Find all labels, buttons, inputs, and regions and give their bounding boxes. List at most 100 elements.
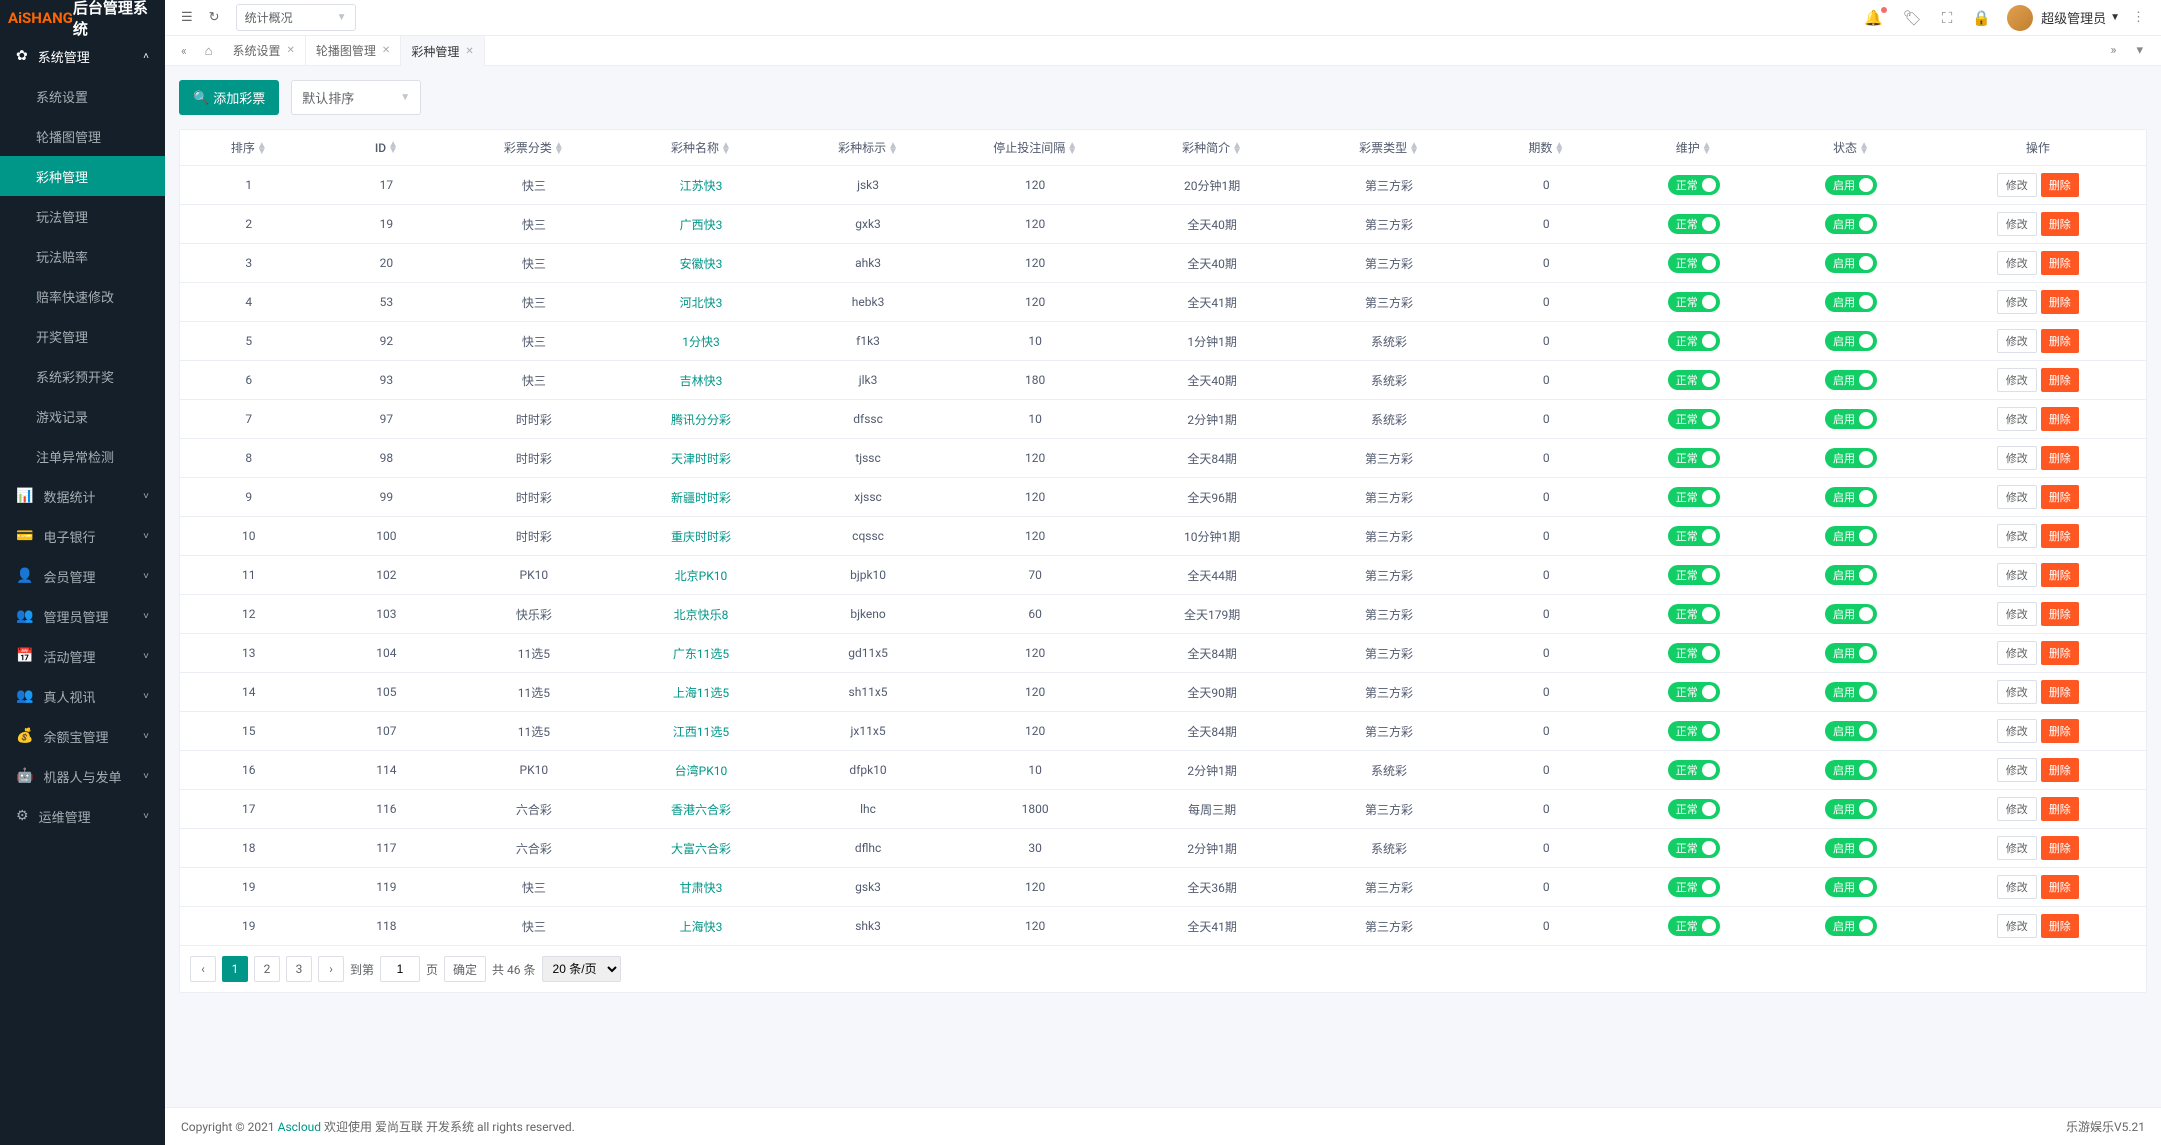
page-size-select[interactable]: 20 条/页: [542, 956, 621, 982]
prev-page-button[interactable]: ‹: [190, 956, 216, 982]
sort-dropdown[interactable]: 默认排序 ▼: [291, 80, 421, 115]
delete-button[interactable]: 删除: [2041, 875, 2079, 899]
sidebar-group[interactable]: 👥真人视讯˅: [0, 676, 165, 716]
sidebar-item[interactable]: 系统设置: [0, 76, 165, 116]
sidebar-group[interactable]: 📅活动管理˅: [0, 636, 165, 676]
status-toggle[interactable]: 启用: [1825, 721, 1877, 741]
edit-button[interactable]: 修改: [1997, 407, 2037, 431]
edit-button[interactable]: 修改: [1997, 173, 2037, 197]
maintain-toggle[interactable]: 正常: [1668, 526, 1720, 546]
column-header[interactable]: 排序▲▼: [180, 130, 318, 166]
cell-name[interactable]: 台湾PK10: [612, 751, 789, 790]
tag-icon[interactable]: 🏷: [1903, 9, 1922, 27]
sidebar-item[interactable]: 彩种管理: [0, 156, 165, 196]
status-toggle[interactable]: 启用: [1825, 604, 1877, 624]
cell-name[interactable]: 重庆时时彩: [612, 517, 789, 556]
status-toggle[interactable]: 启用: [1825, 760, 1877, 780]
sort-icon[interactable]: ▲▼: [388, 142, 398, 154]
maintain-toggle[interactable]: 正常: [1668, 565, 1720, 585]
edit-button[interactable]: 修改: [1997, 251, 2037, 275]
page-button[interactable]: 3: [286, 956, 312, 982]
delete-button[interactable]: 删除: [2041, 485, 2079, 509]
edit-button[interactable]: 修改: [1997, 446, 2037, 470]
status-toggle[interactable]: 启用: [1825, 409, 1877, 429]
sort-icon[interactable]: ▲▼: [1859, 143, 1869, 155]
maintain-toggle[interactable]: 正常: [1668, 331, 1720, 351]
sort-icon[interactable]: ▲▼: [1554, 143, 1564, 155]
cell-name[interactable]: 吉林快3: [612, 361, 789, 400]
cell-name[interactable]: 北京PK10: [612, 556, 789, 595]
bell-icon[interactable]: 🔔: [1864, 9, 1883, 27]
sidebar-item[interactable]: 注单异常检测: [0, 436, 165, 476]
status-toggle[interactable]: 启用: [1825, 253, 1877, 273]
maintain-toggle[interactable]: 正常: [1668, 487, 1720, 507]
delete-button[interactable]: 删除: [2041, 368, 2079, 392]
delete-button[interactable]: 删除: [2041, 290, 2079, 314]
cell-name[interactable]: 北京快乐8: [612, 595, 789, 634]
next-page-button[interactable]: ›: [318, 956, 344, 982]
add-lottery-button[interactable]: 🔍 添加彩票: [179, 80, 279, 115]
sidebar-group[interactable]: 📊数据统计˅: [0, 476, 165, 516]
maintain-toggle[interactable]: 正常: [1668, 838, 1720, 858]
sidebar-item[interactable]: 玩法赔率: [0, 236, 165, 276]
cell-name[interactable]: 新疆时时彩: [612, 478, 789, 517]
delete-button[interactable]: 删除: [2041, 173, 2079, 197]
sort-icon[interactable]: ▲▼: [1067, 143, 1077, 155]
sidebar-group[interactable]: 💰余额宝管理˅: [0, 716, 165, 756]
cell-name[interactable]: 甘肃快3: [612, 868, 789, 907]
edit-button[interactable]: 修改: [1997, 680, 2037, 704]
page-button[interactable]: 2: [254, 956, 280, 982]
column-header[interactable]: 期数▲▼: [1478, 130, 1616, 166]
delete-button[interactable]: 删除: [2041, 329, 2079, 353]
delete-button[interactable]: 删除: [2041, 212, 2079, 236]
column-header[interactable]: 状态▲▼: [1772, 130, 1929, 166]
menu-group-system[interactable]: ✿系统管理 ˄: [0, 36, 165, 76]
maintain-toggle[interactable]: 正常: [1668, 760, 1720, 780]
status-toggle[interactable]: 启用: [1825, 214, 1877, 234]
edit-button[interactable]: 修改: [1997, 719, 2037, 743]
status-toggle[interactable]: 启用: [1825, 370, 1877, 390]
more-icon[interactable]: ⋮: [2132, 10, 2145, 25]
cell-name[interactable]: 河北快3: [612, 283, 789, 322]
delete-button[interactable]: 删除: [2041, 251, 2079, 275]
cell-name[interactable]: 江西11选5: [612, 712, 789, 751]
status-toggle[interactable]: 启用: [1825, 838, 1877, 858]
edit-button[interactable]: 修改: [1997, 485, 2037, 509]
status-toggle[interactable]: 启用: [1825, 331, 1877, 351]
refresh-icon[interactable]: ↻: [209, 10, 220, 25]
tab[interactable]: 彩种管理✕: [401, 36, 484, 66]
tab-next-icon[interactable]: »: [2100, 43, 2126, 58]
column-header[interactable]: 彩票类型▲▼: [1301, 130, 1478, 166]
status-toggle[interactable]: 启用: [1825, 487, 1877, 507]
maintain-toggle[interactable]: 正常: [1668, 370, 1720, 390]
column-header[interactable]: 彩票分类▲▼: [455, 130, 612, 166]
status-toggle[interactable]: 启用: [1825, 175, 1877, 195]
edit-button[interactable]: 修改: [1997, 914, 2037, 938]
home-icon[interactable]: ⌂: [195, 43, 223, 59]
tab-prev-icon[interactable]: «: [173, 44, 195, 58]
edit-button[interactable]: 修改: [1997, 641, 2037, 665]
tab-menu-icon[interactable]: ▾: [2126, 43, 2153, 58]
edit-button[interactable]: 修改: [1997, 797, 2037, 821]
cell-name[interactable]: 江苏快3: [612, 166, 789, 205]
column-header[interactable]: 彩种名称▲▼: [612, 130, 789, 166]
delete-button[interactable]: 删除: [2041, 563, 2079, 587]
column-header[interactable]: ID▲▼: [318, 130, 456, 166]
edit-button[interactable]: 修改: [1997, 563, 2037, 587]
delete-button[interactable]: 删除: [2041, 641, 2079, 665]
sidebar-item[interactable]: 系统彩预开奖: [0, 356, 165, 396]
sort-icon[interactable]: ▲▼: [257, 143, 267, 155]
maintain-toggle[interactable]: 正常: [1668, 682, 1720, 702]
sidebar-group[interactable]: 👤会员管理˅: [0, 556, 165, 596]
maintain-toggle[interactable]: 正常: [1668, 643, 1720, 663]
delete-button[interactable]: 删除: [2041, 719, 2079, 743]
delete-button[interactable]: 删除: [2041, 797, 2079, 821]
hamburger-icon[interactable]: ☰: [181, 10, 193, 25]
delete-button[interactable]: 删除: [2041, 680, 2079, 704]
cell-name[interactable]: 1分快3: [612, 322, 789, 361]
sidebar-group[interactable]: 👥管理员管理˅: [0, 596, 165, 636]
edit-button[interactable]: 修改: [1997, 524, 2037, 548]
status-toggle[interactable]: 启用: [1825, 643, 1877, 663]
column-header[interactable]: 操作: [1930, 130, 2146, 166]
fullscreen-icon[interactable]: ⛶: [1942, 9, 1953, 27]
